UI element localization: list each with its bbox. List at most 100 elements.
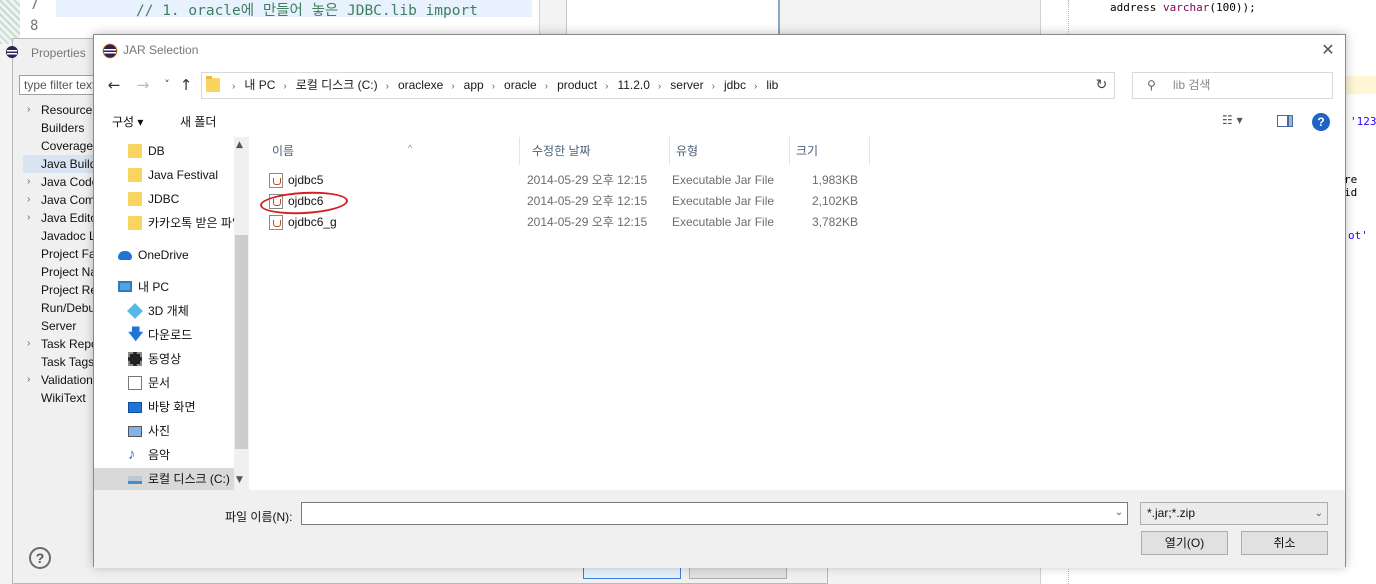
column-header-size[interactable]: 크기	[790, 137, 870, 165]
breadcrumb-item[interactable]: jdbc	[724, 78, 746, 92]
eclipse-icon	[6, 46, 18, 58]
file-row[interactable]: ojdbc6_g 2014-05-29 오후 12:15 Executable Ja…	[267, 212, 887, 232]
breadcrumb-item[interactable]: oracle	[504, 78, 537, 92]
chevron-right-icon[interactable]: ›	[27, 173, 30, 191]
up-arrow-icon[interactable]: ↑	[175, 73, 197, 97]
chevron-right-icon[interactable]: ›	[27, 335, 30, 353]
folder-icon	[128, 168, 142, 182]
help-icon[interactable]: ?	[29, 547, 51, 569]
properties-tree-item[interactable]: Server	[23, 317, 103, 335]
breadcrumb-item[interactable]: product	[557, 78, 597, 92]
breadcrumb-item[interactable]: lib	[766, 78, 778, 92]
breadcrumb-item[interactable]: 11.2.0	[617, 78, 649, 92]
sql-fragment: ot'	[1348, 229, 1368, 242]
view-options-icon[interactable]: ☷ ▾	[1222, 113, 1243, 127]
breadcrumb-item[interactable]: app	[464, 78, 484, 92]
properties-tree-item[interactable]: › Validation	[23, 371, 103, 389]
chevron-right-icon[interactable]: ›	[27, 209, 30, 227]
new-folder-button[interactable]: 새 폴더	[180, 113, 216, 130]
properties-tree-item[interactable]: ›Java Compiler	[23, 191, 103, 209]
nav-pane-item[interactable]: JDBC	[94, 188, 234, 210]
help-icon[interactable]: ?	[1312, 113, 1330, 131]
nav-pane-item[interactable]: 3D 개체	[94, 300, 234, 322]
nav-pane-item[interactable]: 바탕 화면	[94, 396, 234, 418]
properties-tree-item[interactable]: ›Java Code Style	[23, 173, 103, 191]
chevron-right-icon[interactable]: ›	[283, 74, 286, 99]
nav-pane-item[interactable]: 사진	[94, 420, 234, 442]
nav-pane-item[interactable]: Java Festival	[94, 164, 234, 186]
cancel-button[interactable]: 취소	[1241, 531, 1328, 555]
column-header-type[interactable]: 유형	[670, 137, 790, 165]
chevron-right-icon[interactable]: ›	[754, 74, 757, 99]
properties-tree-item[interactable]: Project Natures	[23, 263, 103, 281]
scrollbar-thumb[interactable]	[235, 235, 248, 449]
file-type-select[interactable]: *.jar;*.zip ⌄	[1140, 502, 1328, 525]
preview-pane-icon[interactable]	[1277, 115, 1293, 127]
chevron-right-icon[interactable]: ›	[605, 74, 608, 99]
nav-pane-item[interactable]: 동영상	[94, 348, 234, 370]
jar-file-icon	[269, 173, 283, 188]
breadcrumb-item[interactable]: 로컬 디스크 (C:)	[296, 78, 378, 92]
file-row[interactable]: ojdbc5 2014-05-29 오후 12:15 Executable Jar …	[267, 170, 887, 190]
chevron-right-icon[interactable]: ›	[492, 74, 495, 99]
nav-pane-item[interactable]: 카카오톡 받은 파일	[94, 212, 234, 234]
dialog-footer: 파일 이름(N): ⌄ *.jar;*.zip ⌄ 열기(O) 취소	[94, 490, 1345, 568]
properties-tree-item[interactable]: › Java Editor	[23, 209, 103, 227]
close-icon[interactable]: ✕	[1317, 39, 1339, 61]
forward-arrow-icon[interactable]: →	[132, 73, 154, 97]
properties-tree-item[interactable]: Builders	[23, 119, 103, 137]
nav-pane-item[interactable]: OneDrive	[94, 244, 234, 266]
nav-pane-item[interactable]: 🡇 다운로드	[94, 324, 234, 346]
nav-pane-item[interactable]: 문서	[94, 372, 234, 394]
properties-tree-item[interactable]: Project References	[23, 281, 103, 299]
chevron-right-icon[interactable]: ›	[232, 74, 235, 99]
open-button[interactable]: 열기(O)	[1141, 531, 1228, 555]
address-bar[interactable]: › 내 PC › 로컬 디스크 (C:) › oraclexe › app › oracle › pr…	[201, 72, 1112, 99]
properties-tree-item[interactable]: Run/Debug Settings	[23, 299, 103, 317]
breadcrumb-item[interactable]: 내 PC	[244, 78, 275, 92]
back-arrow-icon[interactable]: ←	[103, 73, 125, 97]
properties-tree-item[interactable]: Java Build Path	[23, 155, 103, 173]
properties-tree-item[interactable]: Javadoc Location	[23, 227, 103, 245]
chevron-down-icon[interactable]: ⌄	[1110, 502, 1128, 525]
nav-pane-item[interactable]: DB	[94, 140, 234, 162]
properties-tree-item[interactable]: Coverage	[23, 137, 103, 155]
nav-pane-item[interactable]: 내 PC	[94, 276, 234, 298]
properties-tree: › Resource Builders Coverage Java Build Path…	[23, 101, 103, 407]
properties-tree-item[interactable]: Task Tags	[23, 353, 103, 371]
chevron-right-icon[interactable]: ›	[451, 74, 454, 99]
refresh-icon[interactable]: ↻	[1089, 72, 1115, 99]
nav-pane-item[interactable]: 로컬 디스크 (C:)⌄	[94, 468, 249, 490]
scroll-down-icon[interactable]: ▼	[236, 475, 243, 485]
cancel-button[interactable]	[689, 567, 787, 579]
properties-tree-item[interactable]: ›Task Repository	[23, 335, 103, 353]
breadcrumb-item[interactable]: oraclexe	[398, 78, 443, 92]
properties-tree-item[interactable]: WikiText	[23, 389, 103, 407]
nav-pane-item[interactable]: ♪ 음악	[94, 444, 234, 466]
folder-icon	[206, 76, 220, 92]
chevron-right-icon[interactable]: ›	[712, 74, 715, 99]
chevron-right-icon[interactable]: ›	[386, 74, 389, 99]
properties-tree-item-label: Task Tags	[41, 355, 95, 369]
chevron-right-icon[interactable]: ›	[658, 74, 661, 99]
navigation-scrollbar[interactable]: ▲ ▼	[234, 137, 249, 490]
properties-tree-item[interactable]: › Resource	[23, 101, 103, 119]
column-header-date[interactable]: 수정한 날짜	[526, 137, 670, 165]
apply-and-close-button[interactable]	[583, 567, 681, 579]
properties-tree-item[interactable]: Project Facets	[23, 245, 103, 263]
scroll-up-icon[interactable]: ▲	[236, 140, 243, 150]
breadcrumb-item[interactable]: server	[670, 78, 703, 92]
nav-pane-item-label: 동영상	[148, 352, 182, 366]
file-name-input[interactable]	[301, 502, 1128, 525]
search-box[interactable]: ⚲ lib 검색	[1132, 72, 1333, 99]
chevron-right-icon[interactable]: ›	[545, 74, 548, 99]
chevron-right-icon[interactable]: ›	[27, 371, 30, 389]
chevron-right-icon[interactable]: ›	[27, 101, 30, 119]
search-input[interactable]: lib 검색	[1173, 73, 1210, 98]
file-row[interactable]: ojdbc6 2014-05-29 오후 12:15 Executable Jar …	[267, 191, 887, 211]
cloud-icon	[118, 251, 132, 260]
nav-pane-item-label: 다운로드	[148, 328, 193, 342]
column-header-name[interactable]: 이름 ^	[266, 137, 520, 165]
organize-button[interactable]: 구성 ▾	[112, 113, 143, 130]
chevron-right-icon[interactable]: ›	[27, 191, 30, 209]
